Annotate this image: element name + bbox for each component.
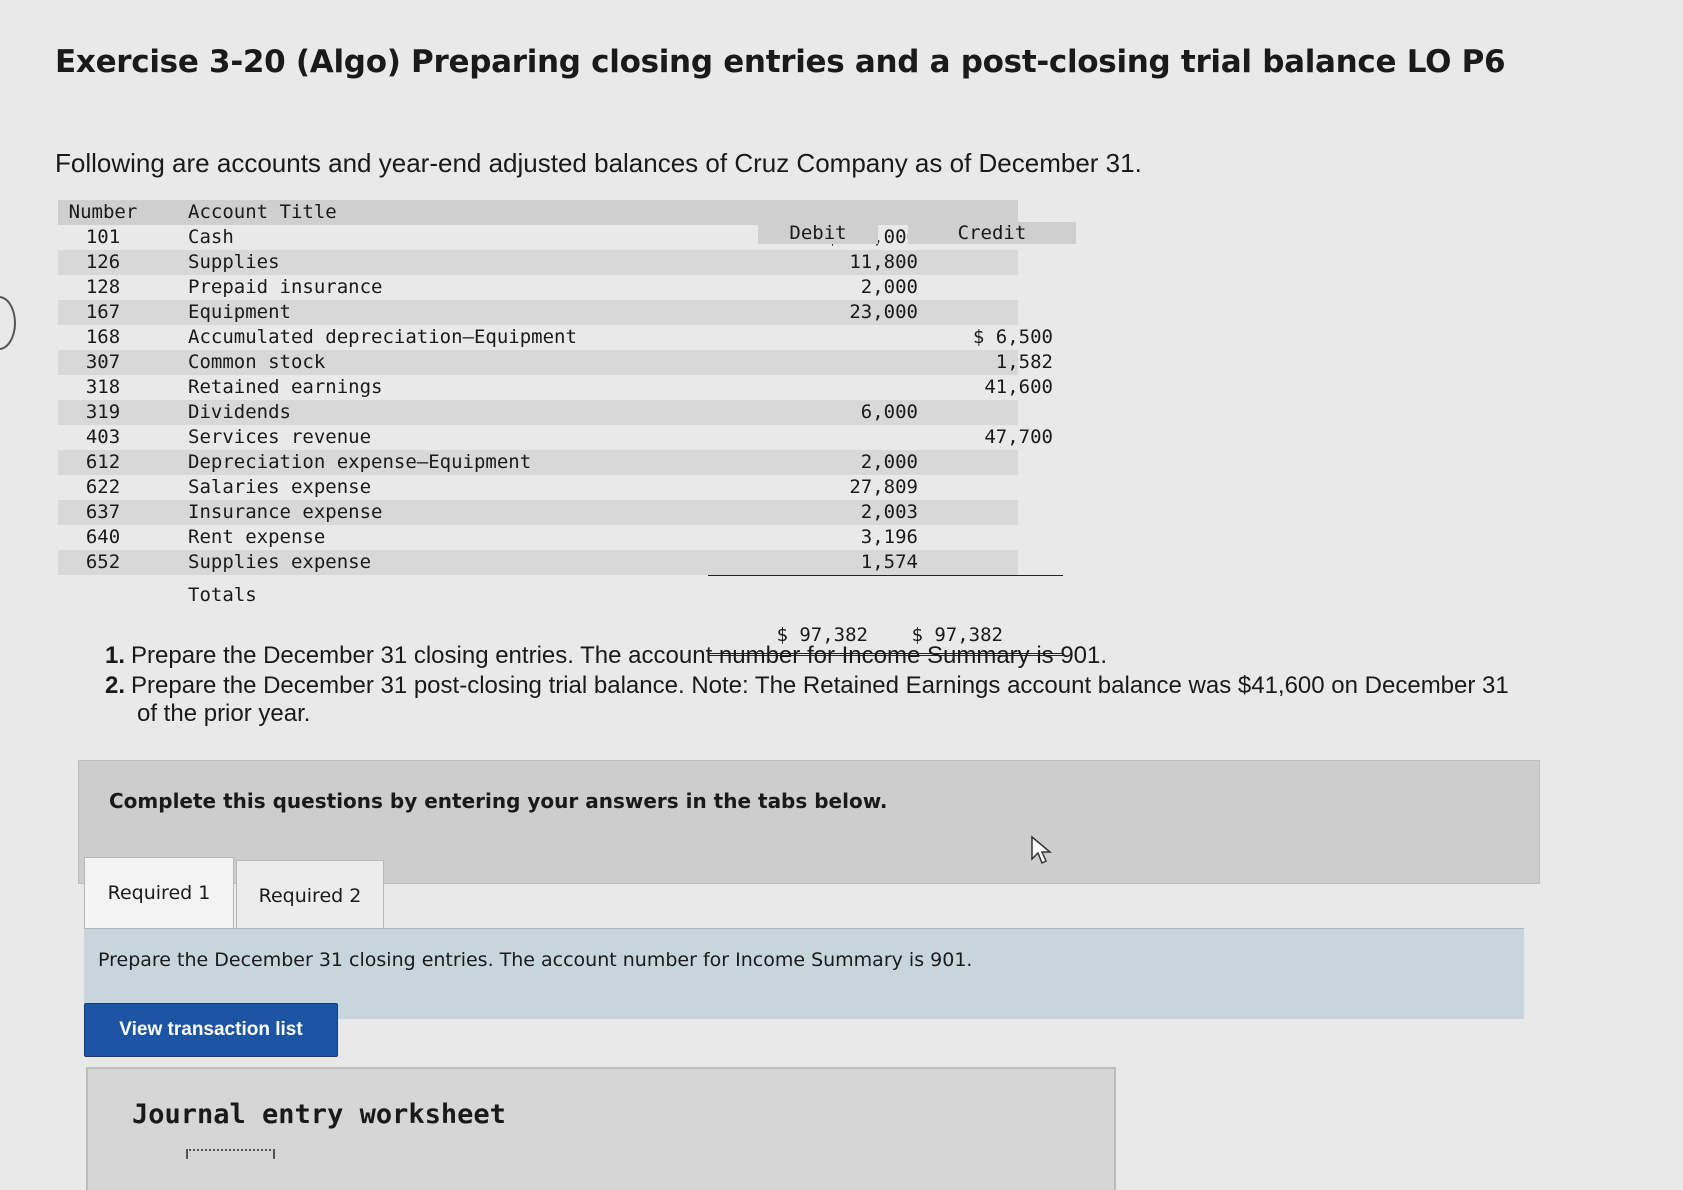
cell-debit: 2,000 <box>860 451 918 473</box>
cell-account-title: Retained earnings <box>188 376 383 398</box>
cell-debit: 11,800 <box>849 251 918 273</box>
tab-required-2[interactable]: Required 2 <box>236 860 384 931</box>
cell-number: 612 <box>85 451 121 473</box>
cell-account-title: Common stock <box>188 351 326 373</box>
cell-debit: 6,000 <box>860 401 918 423</box>
cell-credit: 1,582 <box>995 351 1053 373</box>
table-row: 652 Supplies expense 1,574 <box>58 550 1018 575</box>
cell-number: 126 <box>85 251 121 273</box>
table-row: 319 Dividends 6,000 <box>58 400 1018 425</box>
cell-debit: 1,574 <box>860 551 918 573</box>
page-title: Exercise 3-20 (Algo) Preparing closing e… <box>55 44 1506 80</box>
cell-debit: 27,809 <box>849 476 918 498</box>
header-account-title: Account Title <box>188 201 337 223</box>
table-row: 403 Services revenue 47,700 <box>58 425 1053 450</box>
cell-number: 637 <box>85 501 121 523</box>
instruction-2: 2. Prepare the December 31 post-closing t… <box>105 672 1509 727</box>
cell-account-title: Equipment <box>188 301 291 323</box>
journal-entry-worksheet: Journal entry worksheet <box>86 1067 1116 1190</box>
table-row: 318 Retained earnings 41,600 <box>58 375 1053 400</box>
header-number: Number <box>68 201 138 223</box>
cell-debit: 3,196 <box>860 526 918 548</box>
accounts-table: Number Account Title 101Cash$ 18,000126S… <box>58 200 1076 656</box>
table-row: 612 Depreciation expense—Equipment 2,000 <box>58 450 1018 475</box>
cell-number: 168 <box>85 326 121 348</box>
cell-number: 167 <box>85 301 121 323</box>
tab-label: Required 2 <box>258 885 362 907</box>
cell-credit: $ 6,500 <box>972 326 1053 348</box>
cell-debit: 23,000 <box>849 301 918 323</box>
cell-account-title: Cash <box>188 226 234 248</box>
table-row: 622 Salaries expense 27,809 <box>58 475 1018 500</box>
cell-number: 307 <box>85 351 121 373</box>
cell-credit: 47,700 <box>984 426 1053 448</box>
totals-label: Totals <box>188 584 257 606</box>
cell-number: 128 <box>85 276 121 298</box>
worksheet-title: Journal entry worksheet <box>132 1099 506 1130</box>
mouse-cursor-icon <box>1030 835 1053 869</box>
required-text: Prepare the December 31 closing entries.… <box>98 949 973 971</box>
cell-debit: 2,000 <box>860 276 918 298</box>
table-row: 307 Common stock 1,582 <box>58 350 1053 375</box>
cell-number: 319 <box>85 401 121 423</box>
cell-account-title: Services revenue <box>188 426 372 448</box>
cell-number: 622 <box>85 476 121 498</box>
cell-account-title: Accumulated depreciation—Equipment <box>188 326 577 348</box>
panel-text: Complete this questions by entering your… <box>109 789 888 813</box>
header-credit: Credit <box>908 222 1076 244</box>
table-row: 640 Rent expense 3,196 <box>58 525 1018 550</box>
view-transaction-list-button[interactable]: View transaction list <box>84 1003 338 1057</box>
cell-account-title: Rent expense <box>188 526 326 548</box>
cell-number: 403 <box>85 426 121 448</box>
tab-required-1[interactable]: Required 1 <box>84 857 234 928</box>
cell-credit: 41,600 <box>984 376 1053 398</box>
worksheet-progress-indicator <box>186 1149 275 1159</box>
intro-text: Following are accounts and year-end adju… <box>55 148 1142 178</box>
cell-account-title: Dividends <box>188 401 291 423</box>
totals-row: Totals <box>58 575 1063 615</box>
table-row: 168 Accumulated depreciation—Equipment $ 6… <box>58 325 1053 350</box>
cell-account-title: Prepaid insurance <box>188 276 383 298</box>
cell-number: 640 <box>85 526 121 548</box>
table-row: 167 Equipment 23,000 <box>58 300 1018 325</box>
page-edge-mark <box>0 296 16 350</box>
cell-account-title: Salaries expense <box>188 476 372 498</box>
instruction-1: 1. Prepare the December 31 closing entrie… <box>105 642 1108 669</box>
cell-account-title: Depreciation expense—Equipment <box>188 451 532 473</box>
cell-account-title: Insurance expense <box>188 501 383 523</box>
table-row: 126 Supplies 11,800 <box>58 250 1018 275</box>
cell-number: 318 <box>85 376 121 398</box>
table-row: 637 Insurance expense 2,003 <box>58 500 1018 525</box>
cell-account-title: Supplies <box>188 251 280 273</box>
cell-number: 101 <box>85 226 121 248</box>
instructions-list: 1. Prepare the December 31 closing entrie… <box>105 642 1585 730</box>
cell-number: 652 <box>85 551 121 573</box>
table-row: 128 Prepaid insurance 2,000 <box>58 275 1018 300</box>
totals-rule <box>708 575 1063 576</box>
header-debit: Debit <box>758 222 878 244</box>
cell-debit: 2,003 <box>860 501 918 523</box>
tab-label: Required 1 <box>107 882 211 904</box>
cell-account-title: Supplies expense <box>188 551 372 573</box>
